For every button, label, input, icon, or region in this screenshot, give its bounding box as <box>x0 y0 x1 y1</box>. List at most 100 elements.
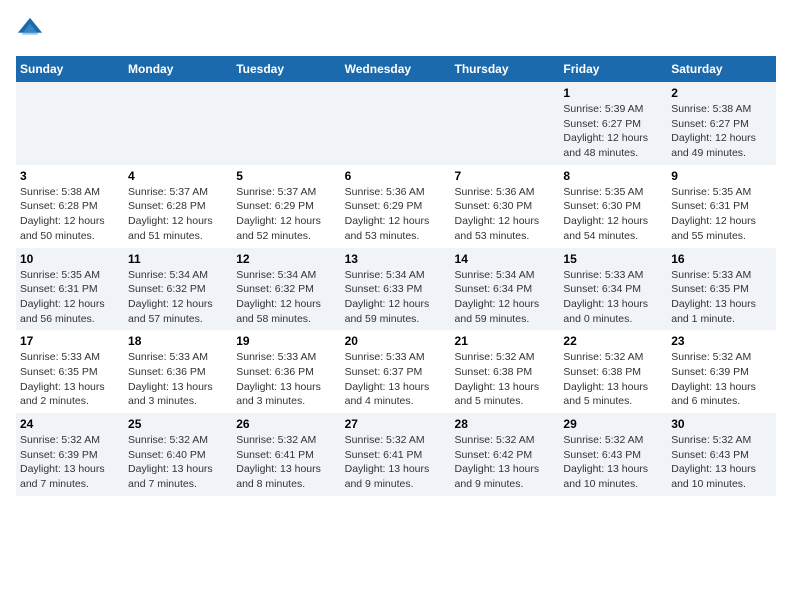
calendar-cell: 22 Sunrise: 5:32 AM Sunset: 6:38 PM Dayli… <box>559 330 667 413</box>
day-info: Sunrise: 5:37 AM Sunset: 6:29 PM Dayligh… <box>236 186 321 242</box>
calendar-body: 1 Sunrise: 5:39 AM Sunset: 6:27 PM Daylig… <box>16 82 776 496</box>
weekday-header-thursday: Thursday <box>451 56 560 82</box>
calendar-cell: 27 Sunrise: 5:32 AM Sunset: 6:41 PM Dayli… <box>341 413 451 496</box>
day-info: Sunrise: 5:35 AM Sunset: 6:31 PM Dayligh… <box>20 269 105 325</box>
day-number: 6 <box>345 169 447 183</box>
calendar-cell: 1 Sunrise: 5:39 AM Sunset: 6:27 PM Daylig… <box>559 82 667 165</box>
day-number: 28 <box>455 417 556 431</box>
week-row-3: 10 Sunrise: 5:35 AM Sunset: 6:31 PM Dayli… <box>16 248 776 331</box>
day-info: Sunrise: 5:32 AM Sunset: 6:43 PM Dayligh… <box>563 434 648 490</box>
calendar-cell: 24 Sunrise: 5:32 AM Sunset: 6:39 PM Dayli… <box>16 413 124 496</box>
calendar-cell: 25Sunrise: 5:32 AM Sunset: 6:40 PM Dayli… <box>124 413 232 496</box>
day-info: Sunrise: 5:33 AM Sunset: 6:35 PM Dayligh… <box>671 269 756 325</box>
day-info: Sunrise: 5:33 AM Sunset: 6:35 PM Dayligh… <box>20 351 105 407</box>
weekday-header-tuesday: Tuesday <box>232 56 340 82</box>
day-number: 5 <box>236 169 336 183</box>
calendar-cell: 12 Sunrise: 5:34 AM Sunset: 6:32 PM Dayli… <box>232 248 340 331</box>
week-row-1: 1 Sunrise: 5:39 AM Sunset: 6:27 PM Daylig… <box>16 82 776 165</box>
day-number: 4 <box>128 169 228 183</box>
day-number: 2 <box>671 86 772 100</box>
day-info: Sunrise: 5:36 AM Sunset: 6:30 PM Dayligh… <box>455 186 540 242</box>
calendar-header: SundayMondayTuesdayWednesdayThursdayFrid… <box>16 56 776 82</box>
week-row-4: 17Sunrise: 5:33 AM Sunset: 6:35 PM Dayli… <box>16 330 776 413</box>
week-row-5: 24 Sunrise: 5:32 AM Sunset: 6:39 PM Dayli… <box>16 413 776 496</box>
week-row-2: 3 Sunrise: 5:38 AM Sunset: 6:28 PM Daylig… <box>16 165 776 248</box>
page-header <box>16 16 776 44</box>
calendar-cell: 21 Sunrise: 5:32 AM Sunset: 6:38 PM Dayli… <box>451 330 560 413</box>
day-info: Sunrise: 5:32 AM Sunset: 6:43 PM Dayligh… <box>671 434 756 490</box>
calendar-cell: 3 Sunrise: 5:38 AM Sunset: 6:28 PM Daylig… <box>16 165 124 248</box>
day-number: 22 <box>563 334 663 348</box>
day-info: Sunrise: 5:32 AM Sunset: 6:41 PM Dayligh… <box>345 434 430 490</box>
calendar-cell: 11Sunrise: 5:34 AM Sunset: 6:32 PM Dayli… <box>124 248 232 331</box>
day-number: 21 <box>455 334 556 348</box>
day-info: Sunrise: 5:32 AM Sunset: 6:39 PM Dayligh… <box>20 434 105 490</box>
day-info: Sunrise: 5:36 AM Sunset: 6:29 PM Dayligh… <box>345 186 430 242</box>
calendar-cell: 20Sunrise: 5:33 AM Sunset: 6:37 PM Dayli… <box>341 330 451 413</box>
day-number: 7 <box>455 169 556 183</box>
weekday-header-sunday: Sunday <box>16 56 124 82</box>
weekday-header-monday: Monday <box>124 56 232 82</box>
logo <box>16 16 48 44</box>
day-number: 12 <box>236 252 336 266</box>
weekday-header-saturday: Saturday <box>667 56 776 82</box>
day-number: 14 <box>455 252 556 266</box>
day-info: Sunrise: 5:34 AM Sunset: 6:33 PM Dayligh… <box>345 269 430 325</box>
calendar-cell <box>232 82 340 165</box>
day-number: 29 <box>563 417 663 431</box>
day-info: Sunrise: 5:32 AM Sunset: 6:41 PM Dayligh… <box>236 434 321 490</box>
day-info: Sunrise: 5:39 AM Sunset: 6:27 PM Dayligh… <box>563 103 648 159</box>
calendar-cell: 30Sunrise: 5:32 AM Sunset: 6:43 PM Dayli… <box>667 413 776 496</box>
day-number: 15 <box>563 252 663 266</box>
day-info: Sunrise: 5:34 AM Sunset: 6:34 PM Dayligh… <box>455 269 540 325</box>
calendar-cell: 16Sunrise: 5:33 AM Sunset: 6:35 PM Dayli… <box>667 248 776 331</box>
calendar-cell: 17Sunrise: 5:33 AM Sunset: 6:35 PM Dayli… <box>16 330 124 413</box>
day-info: Sunrise: 5:33 AM Sunset: 6:34 PM Dayligh… <box>563 269 648 325</box>
calendar-cell: 19 Sunrise: 5:33 AM Sunset: 6:36 PM Dayli… <box>232 330 340 413</box>
calendar-cell: 18Sunrise: 5:33 AM Sunset: 6:36 PM Dayli… <box>124 330 232 413</box>
calendar-cell: 8 Sunrise: 5:35 AM Sunset: 6:30 PM Daylig… <box>559 165 667 248</box>
weekday-header-wednesday: Wednesday <box>341 56 451 82</box>
day-info: Sunrise: 5:34 AM Sunset: 6:32 PM Dayligh… <box>128 269 213 325</box>
day-info: Sunrise: 5:33 AM Sunset: 6:37 PM Dayligh… <box>345 351 430 407</box>
day-info: Sunrise: 5:34 AM Sunset: 6:32 PM Dayligh… <box>236 269 321 325</box>
calendar-cell: 4 Sunrise: 5:37 AM Sunset: 6:28 PM Daylig… <box>124 165 232 248</box>
day-number: 10 <box>20 252 120 266</box>
day-number: 24 <box>20 417 120 431</box>
day-info: Sunrise: 5:35 AM Sunset: 6:30 PM Dayligh… <box>563 186 648 242</box>
day-number: 19 <box>236 334 336 348</box>
day-number: 8 <box>563 169 663 183</box>
day-info: Sunrise: 5:32 AM Sunset: 6:40 PM Dayligh… <box>128 434 213 490</box>
day-info: Sunrise: 5:35 AM Sunset: 6:31 PM Dayligh… <box>671 186 756 242</box>
calendar-cell: 2Sunrise: 5:38 AM Sunset: 6:27 PM Daylig… <box>667 82 776 165</box>
day-number: 27 <box>345 417 447 431</box>
day-info: Sunrise: 5:38 AM Sunset: 6:28 PM Dayligh… <box>20 186 105 242</box>
day-number: 26 <box>236 417 336 431</box>
day-info: Sunrise: 5:33 AM Sunset: 6:36 PM Dayligh… <box>236 351 321 407</box>
day-number: 9 <box>671 169 772 183</box>
day-number: 3 <box>20 169 120 183</box>
calendar-cell <box>341 82 451 165</box>
day-number: 13 <box>345 252 447 266</box>
day-number: 1 <box>563 86 663 100</box>
calendar-cell: 23 Sunrise: 5:32 AM Sunset: 6:39 PM Dayli… <box>667 330 776 413</box>
day-info: Sunrise: 5:37 AM Sunset: 6:28 PM Dayligh… <box>128 186 213 242</box>
day-info: Sunrise: 5:32 AM Sunset: 6:39 PM Dayligh… <box>671 351 756 407</box>
day-number: 23 <box>671 334 772 348</box>
calendar-cell: 6 Sunrise: 5:36 AM Sunset: 6:29 PM Daylig… <box>341 165 451 248</box>
day-info: Sunrise: 5:32 AM Sunset: 6:42 PM Dayligh… <box>455 434 540 490</box>
calendar-cell: 15 Sunrise: 5:33 AM Sunset: 6:34 PM Dayli… <box>559 248 667 331</box>
calendar-cell: 26 Sunrise: 5:32 AM Sunset: 6:41 PM Dayli… <box>232 413 340 496</box>
calendar-cell: 13 Sunrise: 5:34 AM Sunset: 6:33 PM Dayli… <box>341 248 451 331</box>
calendar-cell <box>124 82 232 165</box>
calendar-cell: 7 Sunrise: 5:36 AM Sunset: 6:30 PM Daylig… <box>451 165 560 248</box>
calendar-cell <box>16 82 124 165</box>
weekday-row: SundayMondayTuesdayWednesdayThursdayFrid… <box>16 56 776 82</box>
day-info: Sunrise: 5:32 AM Sunset: 6:38 PM Dayligh… <box>563 351 648 407</box>
day-info: Sunrise: 5:32 AM Sunset: 6:38 PM Dayligh… <box>455 351 540 407</box>
calendar-cell: 5 Sunrise: 5:37 AM Sunset: 6:29 PM Daylig… <box>232 165 340 248</box>
logo-icon <box>16 16 44 44</box>
calendar-cell: 14 Sunrise: 5:34 AM Sunset: 6:34 PM Dayli… <box>451 248 560 331</box>
calendar-cell: 29 Sunrise: 5:32 AM Sunset: 6:43 PM Dayli… <box>559 413 667 496</box>
calendar-cell <box>451 82 560 165</box>
